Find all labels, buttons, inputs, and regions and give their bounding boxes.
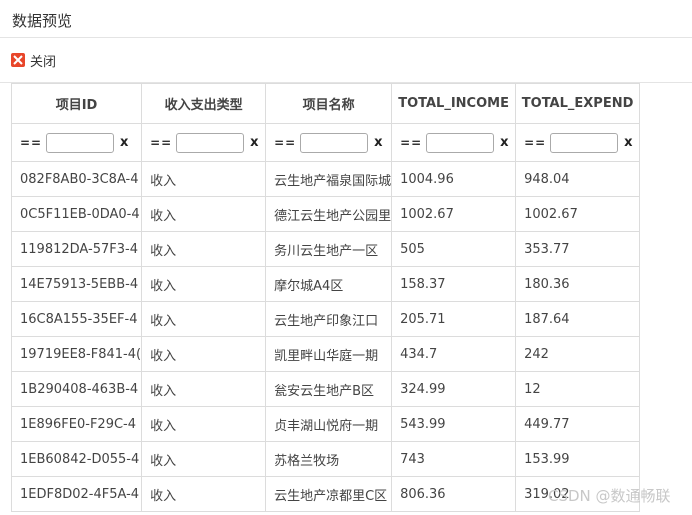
cell-project-name: 摩尔城A4区 [265,266,393,302]
cell-project-id: 1EDF8D02-4F5A-4 [10,476,143,512]
filter-operator[interactable]: == [524,136,550,150]
cell-project-id: 14E75913-5EBB-4 [10,266,143,302]
cell-total-expend: 12 [515,371,641,407]
cell-project-name: 德江云生地产公园里 [265,196,393,232]
cell-type: 收入 [141,441,267,477]
cell-project-id: 082F8AB0-3C8A-4 [10,161,143,197]
filter-row: == x == x == x == x == x [10,123,641,162]
cell-total-income: 434.7 [391,336,517,372]
cell-project-id: 1E896FE0-F29C-4 [10,406,143,442]
cell-total-income: 205.71 [391,301,517,337]
cell-project-name: 云生地产凉都里C区 [265,476,393,512]
filter-input-total-expend[interactable] [550,132,619,153]
filter-cell: == x [515,123,641,162]
cell-total-income: 806.36 [391,476,517,512]
cell-project-id: 16C8A155-35EF-4 [10,301,143,337]
cell-type: 收入 [141,476,267,512]
cell-project-name: 凯里畔山华庭一期 [265,336,393,372]
cell-total-income: 158.37 [391,266,517,302]
cell-total-expend: 153.99 [515,441,641,477]
table-row[interactable]: 0C5F11EB-0DA0-4 收入 德江云生地产公园里 1002.67 100… [10,196,641,232]
cell-total-income: 505 [391,231,517,267]
filter-input-project-name[interactable] [300,132,369,153]
column-header-project-name[interactable]: 项目名称 [265,83,393,124]
table-row[interactable]: 1EB60842-D055-4 收入 苏格兰牧场 743 153.99 [10,441,641,477]
close-icon [11,53,25,67]
filter-cell: == x [10,123,143,162]
cell-total-expend: 353.77 [515,231,641,267]
filter-input-total-income[interactable] [426,132,495,153]
cell-project-id: 1B290408-463B-4 [10,371,143,407]
table-row[interactable]: 1EDF8D02-4F5A-4 收入 云生地产凉都里C区 806.36 319.… [10,476,641,512]
filter-operator[interactable]: == [20,136,46,150]
filter-operator[interactable]: == [150,136,176,150]
filter-cell: == x [265,123,393,162]
filter-clear-button[interactable]: x [624,135,632,150]
cell-total-income: 1002.67 [391,196,517,232]
cell-total-expend: 1002.67 [515,196,641,232]
watermark: CSDN @数通畅联 [548,487,671,505]
filter-input-type[interactable] [176,132,245,153]
filter-cell: == x [391,123,517,162]
cell-total-income: 543.99 [391,406,517,442]
cell-type: 收入 [141,196,267,232]
table-row[interactable]: 1B290408-463B-4 收入 瓮安云生地产B区 324.99 12 [10,371,641,407]
cell-total-expend: 449.77 [515,406,641,442]
cell-project-name: 瓮安云生地产B区 [265,371,393,407]
column-header-total-expend[interactable]: TOTAL_EXPEND [515,83,641,124]
cell-project-name: 务川云生地产一区 [265,231,393,267]
filter-cell: == x [141,123,267,162]
cell-project-name: 云生地产福泉国际城 [265,161,393,197]
cell-type: 收入 [141,371,267,407]
cell-project-name: 云生地产印象江口 [265,301,393,337]
close-button-label: 关闭 [30,54,57,70]
filter-operator[interactable]: == [400,136,426,150]
filter-clear-button[interactable]: x [374,135,382,150]
cell-project-name: 贞丰湖山悦府一期 [265,406,393,442]
column-header-type[interactable]: 收入支出类型 [141,83,267,124]
cell-type: 收入 [141,266,267,302]
data-preview-table: 项目ID 收入支出类型 项目名称 TOTAL_INCOME TOTAL_EXPE… [10,83,641,512]
table-row[interactable]: 082F8AB0-3C8A-4 收入 云生地产福泉国际城 1004.96 948… [10,161,641,197]
filter-clear-button[interactable]: x [120,135,128,150]
close-button[interactable]: 关闭 [11,50,56,70]
cell-project-id: 0C5F11EB-0DA0-4 [10,196,143,232]
cell-total-expend: 242 [515,336,641,372]
cell-total-expend: 187.64 [515,301,641,337]
cell-type: 收入 [141,301,267,337]
cell-project-id: 1EB60842-D055-4 [10,441,143,477]
cell-type: 收入 [141,231,267,267]
cell-total-income: 1004.96 [391,161,517,197]
cell-total-income: 324.99 [391,371,517,407]
cell-type: 收入 [141,336,267,372]
filter-clear-button[interactable]: x [500,135,508,150]
filter-clear-button[interactable]: x [250,135,258,150]
column-header-total-income[interactable]: TOTAL_INCOME [391,83,517,124]
table-row[interactable]: 16C8A155-35EF-4 收入 云生地产印象江口 205.71 187.6… [10,301,641,337]
filter-operator[interactable]: == [274,136,300,150]
cell-project-id: 19719EE8-F841-4( [10,336,143,372]
table-row[interactable]: 119812DA-57F3-4 收入 务川云生地产一区 505 353.77 [10,231,641,267]
cell-total-income: 743 [391,441,517,477]
cell-type: 收入 [141,406,267,442]
column-header-project-id[interactable]: 项目ID [10,83,143,124]
table-row[interactable]: 19719EE8-F841-4( 收入 凯里畔山华庭一期 434.7 242 [10,336,641,372]
header-row: 项目ID 收入支出类型 项目名称 TOTAL_INCOME TOTAL_EXPE… [10,83,641,124]
cell-type: 收入 [141,161,267,197]
cell-project-name: 苏格兰牧场 [265,441,393,477]
dialog-titlebar: 数据预览 [0,0,692,38]
table-row[interactable]: 14E75913-5EBB-4 收入 摩尔城A4区 158.37 180.36 [10,266,641,302]
cell-total-expend: 180.36 [515,266,641,302]
cell-project-id: 119812DA-57F3-4 [10,231,143,267]
dialog-title: 数据预览 [12,12,73,30]
cell-total-expend: 948.04 [515,161,641,197]
filter-input-project-id[interactable] [46,132,114,153]
table-row[interactable]: 1E896FE0-F29C-4 收入 贞丰湖山悦府一期 543.99 449.7… [10,406,641,442]
